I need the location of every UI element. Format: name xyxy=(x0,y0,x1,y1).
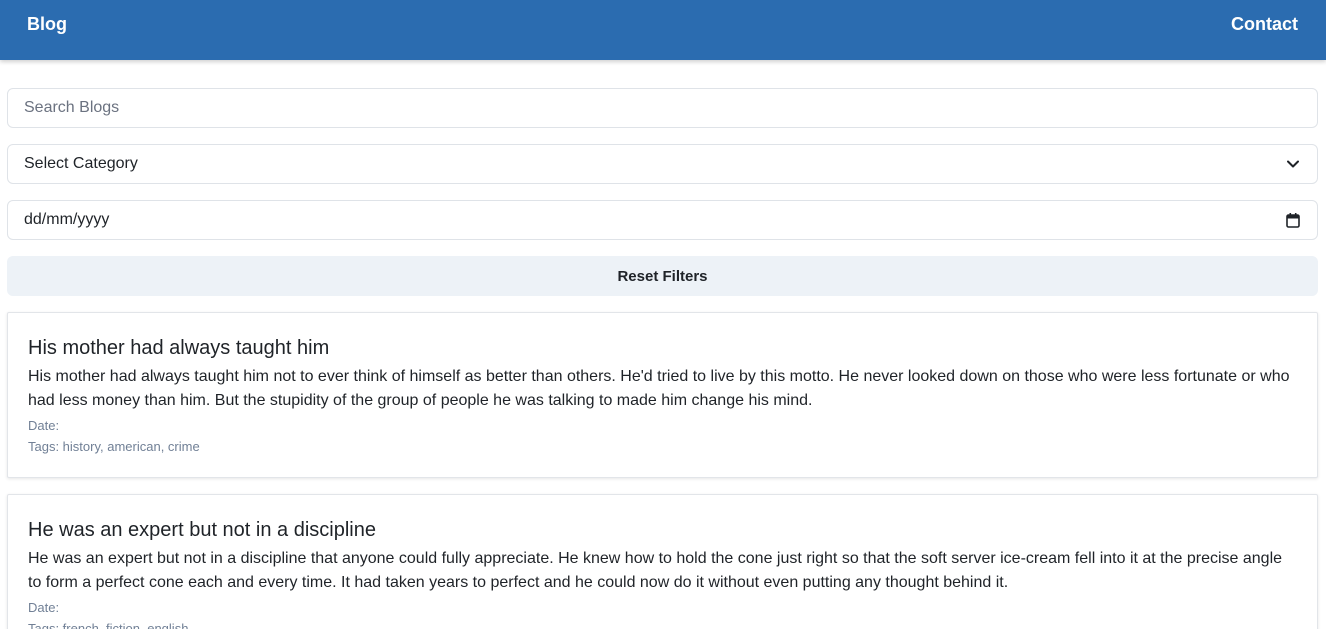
chevron-down-icon xyxy=(1285,156,1301,172)
blog-card-body: He was an expert but not in a discipline… xyxy=(28,550,1283,591)
nav-contact-link[interactable]: Contact xyxy=(1231,14,1298,35)
blog-card-date: Date: xyxy=(28,418,60,433)
category-select[interactable]: Select Category xyxy=(7,144,1318,184)
blog-card[interactable]: His mother had always taught him His mot… xyxy=(7,312,1318,478)
search-input[interactable] xyxy=(24,99,1301,117)
navbar: Blog Contact xyxy=(0,0,1326,60)
search-field[interactable] xyxy=(7,88,1318,128)
blog-card-title[interactable]: His mother had always taught him xyxy=(28,337,1297,360)
category-select-value: Select Category xyxy=(24,155,138,172)
blog-card[interactable]: He was an expert but not in a discipline… xyxy=(7,494,1318,629)
blog-card-title[interactable]: He was an expert but not in a discipline xyxy=(28,519,1297,542)
date-field[interactable]: dd/mm/yyyy xyxy=(7,200,1318,240)
nav-brand-link[interactable]: Blog xyxy=(27,14,67,35)
date-field-value: dd/mm/yyyy xyxy=(24,211,110,228)
blog-card-tags: Tags: history, american, crime xyxy=(28,439,200,454)
blog-card-tags: Tags: french, fiction, english xyxy=(28,621,189,629)
reset-filters-button[interactable]: Reset Filters xyxy=(7,256,1318,296)
calendar-icon[interactable] xyxy=(1285,212,1301,228)
blog-card-body: His mother had always taught him not to … xyxy=(28,368,1290,409)
blog-card-date: Date: xyxy=(28,600,60,615)
main-content: Select Category dd/mm/yyyy Reset Filters… xyxy=(0,60,1326,629)
